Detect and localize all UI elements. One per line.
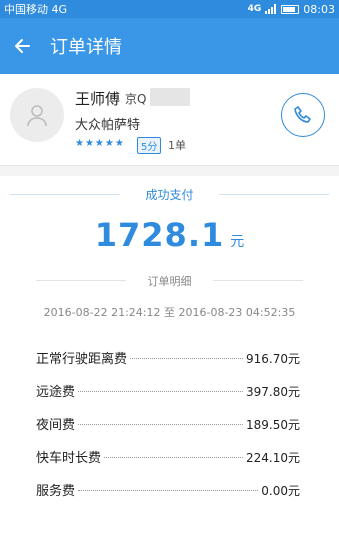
fee-list: 正常行驶距离费 916.70元 远途费 397.80元 夜间费 189.50元 快车时… (36, 348, 300, 513)
fee-value: 0.00元 (261, 484, 300, 498)
user-icon (27, 105, 47, 127)
leader-dots (104, 457, 243, 458)
signal-icon (265, 4, 277, 14)
fee-row: 快车时长费 224.10元 (36, 447, 300, 480)
fee-row: 夜间费 189.50元 (36, 414, 300, 447)
payment-amount: 1728.1 元 (0, 216, 339, 254)
details-title: 订单明细 (147, 275, 192, 288)
fee-label: 夜间费 (36, 418, 76, 433)
fee-row: 正常行驶距离费 916.70元 (36, 348, 300, 381)
amount-unit: 元 (230, 234, 245, 250)
amount-value: 1728.1 (94, 216, 225, 254)
leader-dots (78, 391, 243, 392)
fee-label: 服务费 (36, 484, 76, 499)
trip-time-range: 2016-08-22 21:24:12 至 2016-08-23 04:52:3… (43, 306, 296, 319)
status-bar: 中国移动 4G 4G 08:03 (0, 0, 339, 18)
leader-dots (78, 490, 259, 491)
plate-mask (150, 88, 190, 106)
fee-label: 快车时长费 (36, 451, 102, 466)
score-badge: 5分 (137, 137, 162, 154)
fee-row: 服务费 0.00元 (36, 480, 300, 513)
fee-label: 远途费 (36, 385, 76, 400)
avatar (10, 88, 64, 142)
payment-card: 成功支付 1728.1 元 订单明细 2016-08-22 21:24:12 至 … (0, 176, 339, 550)
phone-icon (294, 106, 311, 123)
fee-value: 224.10元 (246, 451, 300, 465)
clock: 08:03 (303, 2, 335, 16)
fee-value: 189.50元 (246, 418, 300, 432)
page-title: 订单详情 (50, 37, 122, 58)
call-button[interactable] (281, 93, 325, 137)
status-icons: 4G 08:03 (248, 3, 335, 16)
back-button[interactable] (0, 18, 44, 74)
arrow-left-icon (15, 39, 30, 53)
fee-value: 916.70元 (246, 352, 300, 366)
fee-label: 正常行驶距离费 (36, 352, 128, 367)
order-count: 1单 (168, 139, 186, 152)
car-model: 大众帕萨特 (75, 118, 141, 133)
driver-name: 王师傅 (75, 90, 121, 108)
rating-stars: ★★★★★ (75, 138, 125, 149)
leader-dots (130, 358, 243, 359)
carrier-label: 中国移动 4G (4, 3, 68, 16)
network-type: 4G (247, 4, 262, 14)
app-bar: 订单详情 (0, 18, 339, 74)
battery-icon (281, 4, 300, 14)
fee-row: 远途费 397.80元 (36, 381, 300, 414)
payment-status: 成功支付 (145, 188, 194, 202)
fee-value: 397.80元 (246, 385, 300, 399)
leader-dots (78, 424, 243, 425)
license-plate: 京Q (125, 92, 147, 106)
